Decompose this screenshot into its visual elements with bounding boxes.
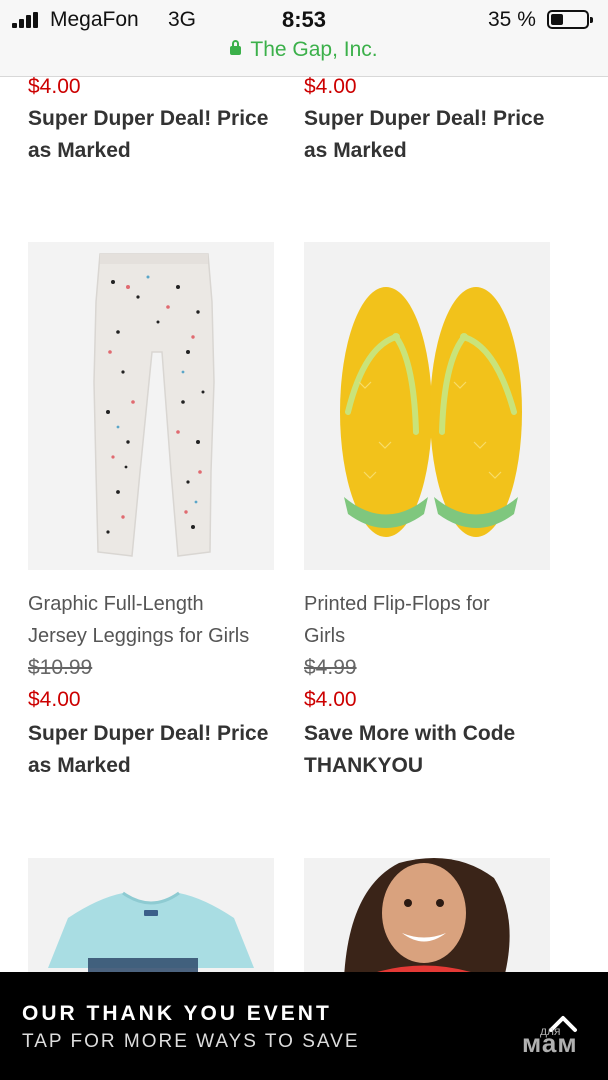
leggings-illustration <box>28 242 274 570</box>
product-name-line2[interactable]: Girls <box>304 620 564 652</box>
flip-flops-product-image[interactable] <box>304 242 550 570</box>
product-name-line2[interactable]: Jersey Leggings for Girls <box>28 620 288 652</box>
leggings-product-image[interactable] <box>28 242 274 570</box>
product-grid: $4.00 Super Duper Deal! Price as Marked … <box>0 77 608 972</box>
promo-banner[interactable]: OUR THANK YOU EVENT TAP FOR MORE WAYS TO… <box>0 972 608 1080</box>
banner-title: OUR THANK YOU EVENT <box>22 1002 332 1025</box>
girl-photo-illustration <box>304 858 550 972</box>
product-card-top-right[interactable]: $4.00 Super Duper Deal! Price as Marked <box>304 77 564 167</box>
browser-status-bar: MegaFon 3G 8:53 35 % The Gap, Inc. <box>0 0 608 77</box>
sale-price: $4.00 <box>28 688 81 711</box>
battery-icon <box>547 10 593 29</box>
product-name-line1[interactable]: Graphic Full-Length <box>28 588 288 620</box>
sale-price: $4.00 <box>304 77 357 98</box>
deal-text-line2: THANKYOU <box>304 754 423 777</box>
deal-text-line1: Super Duper Deal! Price <box>304 107 545 130</box>
deal-text-line1: Save More with Code <box>304 722 516 745</box>
product-name-line1[interactable]: Printed Flip-Flops for <box>304 588 564 620</box>
deal-text-line1: Super Duper Deal! Price <box>28 722 269 745</box>
deal-text-line2: as Marked <box>304 139 407 162</box>
flip-flops-illustration <box>304 242 550 570</box>
product-card-leggings[interactable]: Graphic Full-Length Jersey Leggings for … <box>28 588 288 782</box>
banner-subtitle: TAP FOR MORE WAYS TO SAVE <box>22 1031 360 1052</box>
deal-text-line2: as Marked <box>28 139 131 162</box>
sale-price: $4.00 <box>28 77 81 98</box>
original-price: $10.99 <box>28 656 93 679</box>
lock-icon <box>230 40 242 55</box>
original-price: $4.99 <box>304 656 357 679</box>
system-status-row: MegaFon 3G 8:53 35 % <box>0 6 608 34</box>
girl-top-product-image[interactable] <box>304 858 550 972</box>
deal-text-line2: as Marked <box>28 754 131 777</box>
tshirt-product-image[interactable] <box>28 858 274 972</box>
battery-percent: 35 % <box>488 8 536 31</box>
watermark: мам <box>522 1028 578 1058</box>
deal-text-line1: Super Duper Deal! Price <box>28 107 269 130</box>
address-bar[interactable]: The Gap, Inc. <box>0 38 608 62</box>
site-name: The Gap, Inc. <box>250 38 378 61</box>
sale-price: $4.00 <box>304 688 357 711</box>
product-card-top-left[interactable]: $4.00 Super Duper Deal! Price as Marked <box>28 77 288 167</box>
product-card-flip-flops[interactable]: Printed Flip-Flops for Girls $4.99 $4.00… <box>304 588 564 782</box>
tshirt-illustration <box>28 858 274 972</box>
